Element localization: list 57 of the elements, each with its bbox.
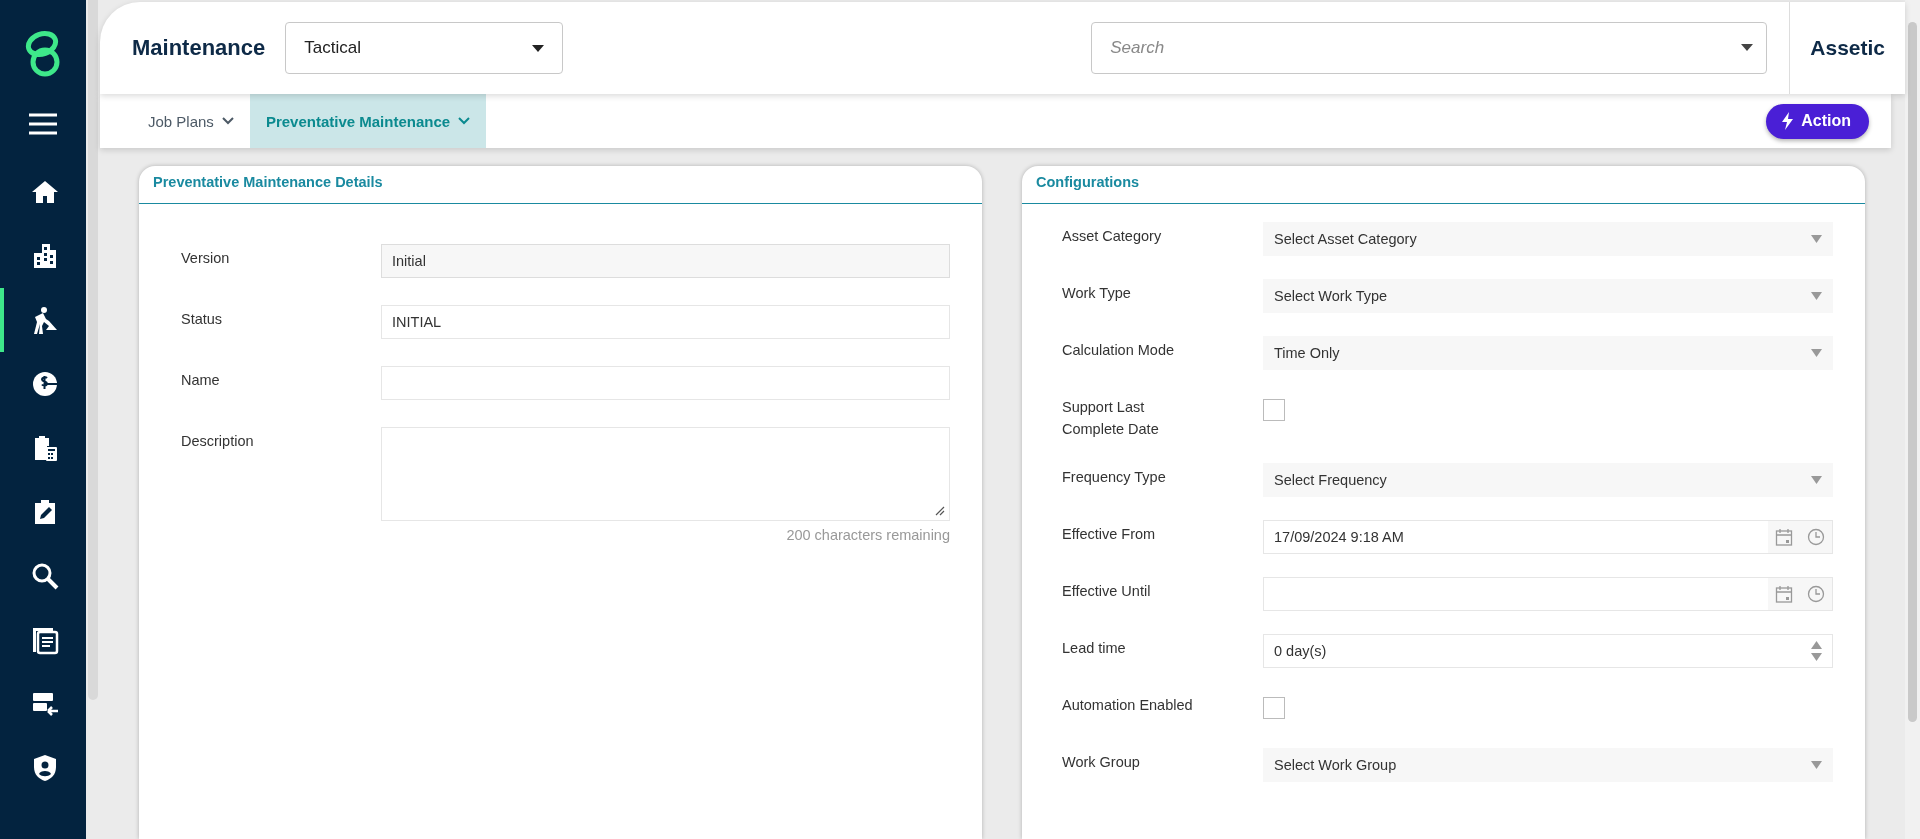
select-dropdown[interactable]: Select Work Type [1263, 279, 1833, 313]
clock-icon[interactable] [1807, 528, 1825, 546]
spinner-arrows-icon[interactable] [1811, 641, 1822, 661]
caret-icon [1811, 235, 1822, 243]
caret-icon [1811, 761, 1822, 769]
select-dropdown[interactable]: Select Asset Category [1263, 222, 1833, 256]
field-label: Automation Enabled [1062, 696, 1194, 715]
mode-dropdown[interactable]: Tactical [285, 22, 564, 74]
field-label: Status [181, 310, 224, 329]
action-button[interactable]: Action [1766, 103, 1869, 139]
caret-icon [1811, 292, 1822, 300]
input-field[interactable] [381, 366, 950, 400]
caret-icon [1741, 44, 1754, 51]
scrollbar-thumb[interactable] [1908, 22, 1917, 722]
calendar-icon[interactable] [1775, 585, 1793, 603]
chevron-icon [458, 117, 471, 125]
field-label: Name [181, 371, 221, 390]
dollar-chart-icon [30, 369, 60, 399]
search-icon [30, 561, 60, 591]
date-time-field[interactable] [1263, 577, 1833, 611]
field-label: Effective From [1062, 525, 1157, 544]
caret-icon [532, 44, 545, 52]
documents-icon [30, 625, 60, 655]
date-time-field[interactable]: 17/09/2024 9:18 AM [1263, 520, 1833, 554]
field-label: Work Group [1062, 753, 1141, 772]
search-field[interactable]: Search [1091, 22, 1768, 74]
field-label: Work Type [1062, 284, 1132, 303]
panel-title: Preventative Maintenance Details [139, 166, 982, 204]
calendar-icon[interactable] [1775, 528, 1793, 546]
field-label: Effective Until [1062, 582, 1152, 601]
page-title: Maintenance [132, 35, 266, 61]
chevron-icon [221, 117, 234, 125]
clock-icon[interactable] [1807, 585, 1825, 603]
character-count: 200 characters remaining [786, 527, 950, 543]
input-field: Initial [381, 244, 950, 278]
caret-icon [1811, 349, 1822, 357]
select-dropdown[interactable]: Time Only [1263, 336, 1833, 370]
field-label: Asset Category [1062, 227, 1163, 246]
lightning-icon [1782, 112, 1794, 130]
input-field[interactable]: INITIAL [381, 305, 950, 339]
checkbox[interactable] [1263, 399, 1285, 421]
checkbox[interactable] [1263, 697, 1285, 719]
field-label: Calculation Mode [1062, 341, 1176, 360]
field-label: Support Last Complete Date [1062, 398, 1160, 439]
panel-title: Configurations [1022, 166, 1865, 204]
select-dropdown[interactable]: Select Work Group [1263, 748, 1833, 782]
field-label: Version [181, 249, 231, 268]
scrollbar-thumb[interactable] [88, 0, 98, 700]
nav-tab[interactable]: Job Plans [132, 94, 250, 148]
resize-handle-icon [935, 506, 945, 516]
field-label: Description [181, 432, 255, 451]
menu-icon[interactable] [27, 112, 59, 136]
number-field[interactable]: 0 day(s) [1263, 634, 1833, 668]
caret-icon [1811, 476, 1822, 484]
select-dropdown[interactable]: Select Frequency [1263, 463, 1833, 497]
field-label: Lead time [1062, 639, 1127, 658]
field-label: Frequency Type [1062, 468, 1167, 487]
